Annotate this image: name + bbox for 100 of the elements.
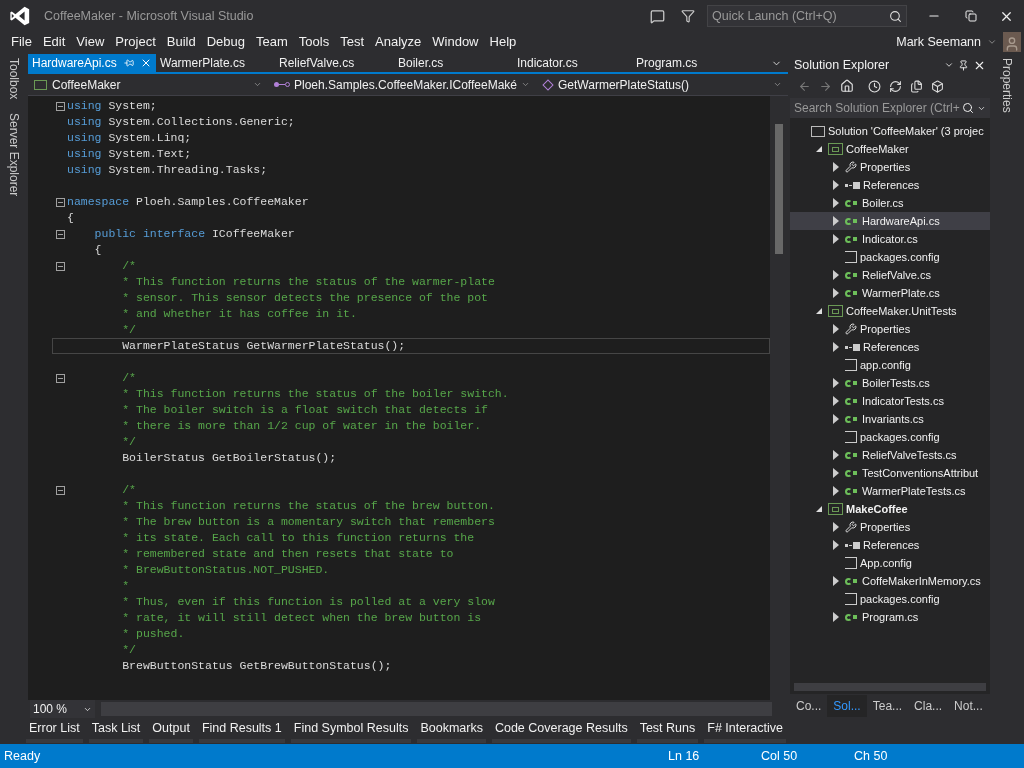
caret-icon[interactable] — [987, 37, 997, 47]
menu-item[interactable]: Debug — [201, 32, 251, 52]
tree-item[interactable]: References — [790, 176, 990, 194]
tree-item[interactable]: WarmerPlateTests.cs — [790, 482, 990, 500]
caret-icon[interactable] — [253, 80, 262, 89]
search-icon[interactable] — [889, 9, 902, 23]
expanded-arrow-icon[interactable] — [816, 308, 822, 314]
tree-item[interactable]: CoffeeMaker.UnitTests — [790, 302, 990, 320]
tree-item[interactable]: Solution 'CoffeeMaker' (3 projec — [790, 122, 990, 140]
tree-item[interactable]: WarmerPlate.cs — [790, 284, 990, 302]
zoom-dropdown[interactable]: 100 % — [30, 700, 96, 718]
side-tab[interactable]: Toolbox — [5, 58, 23, 100]
menu-item[interactable]: Team — [250, 32, 294, 52]
tree-item[interactable]: Indicator.cs — [790, 230, 990, 248]
tree-item[interactable]: References — [790, 536, 990, 554]
menu-item[interactable]: Test — [334, 32, 370, 52]
collapsed-arrow-icon[interactable] — [833, 612, 839, 622]
panel-tab[interactable]: Not... — [948, 695, 989, 717]
back-icon[interactable] — [798, 79, 811, 93]
collapsed-arrow-icon[interactable] — [833, 216, 839, 226]
expanded-arrow-icon[interactable] — [816, 146, 822, 152]
tree-item[interactable]: Properties — [790, 320, 990, 338]
forward-icon[interactable] — [819, 79, 832, 93]
home-icon[interactable] — [840, 79, 854, 93]
collapse-icon[interactable] — [55, 229, 65, 239]
tree-item[interactable]: Program.cs — [790, 608, 990, 626]
filter-icon[interactable] — [681, 9, 695, 23]
expanded-arrow-icon[interactable] — [816, 506, 822, 512]
collapse-icon[interactable] — [55, 373, 65, 383]
collapsed-arrow-icon[interactable] — [833, 468, 839, 478]
collapsed-arrow-icon[interactable] — [833, 396, 839, 406]
tree-item[interactable]: CoffeMakerInMemory.cs — [790, 572, 990, 590]
collapsed-arrow-icon[interactable] — [833, 270, 839, 280]
menu-item[interactable]: Help — [484, 32, 522, 52]
menu-item[interactable]: Analyze — [369, 32, 427, 52]
tree-item[interactable]: Properties — [790, 518, 990, 536]
menu-item[interactable]: Build — [161, 32, 202, 52]
collapsed-arrow-icon[interactable] — [833, 324, 839, 334]
user-name[interactable]: Mark Seemann — [896, 32, 981, 52]
side-tab[interactable]: Server Explorer — [5, 113, 23, 197]
restore-icon[interactable] — [965, 10, 977, 22]
collapsed-arrow-icon[interactable] — [833, 414, 839, 424]
tree-item[interactable]: ReliefValveTests.cs — [790, 446, 990, 464]
collapsed-arrow-icon[interactable] — [833, 450, 839, 460]
vertical-scrollbar[interactable] — [770, 96, 788, 700]
collapsed-arrow-icon[interactable] — [833, 486, 839, 496]
tree-item[interactable]: CoffeeMaker — [790, 140, 990, 158]
menu-item[interactable]: View — [70, 32, 110, 52]
collapsed-arrow-icon[interactable] — [833, 288, 839, 298]
horizontal-scrollbar[interactable] — [794, 683, 986, 691]
document-tab[interactable]: Indicator.cs — [513, 54, 632, 72]
collapsed-arrow-icon[interactable] — [833, 234, 839, 244]
member-dropdown[interactable]: GetWarmerPlateStatus() — [538, 75, 788, 94]
tree-item[interactable]: ReliefValve.cs — [790, 266, 990, 284]
tree-item[interactable]: packages.config — [790, 428, 990, 446]
tree-item[interactable]: app.config — [790, 356, 990, 374]
panel-tab[interactable]: Sol... — [827, 695, 867, 717]
tree-item[interactable]: packages.config — [790, 590, 990, 608]
caret-icon[interactable] — [521, 80, 530, 89]
collapse-all-icon[interactable] — [910, 79, 923, 93]
search-field[interactable]: Search Solution Explorer (Ctrl+ — [790, 98, 990, 118]
tree-item[interactable]: Properties — [790, 158, 990, 176]
panel-tab[interactable]: Co... — [790, 695, 828, 717]
collapse-icon[interactable] — [55, 485, 65, 495]
tree-item[interactable]: MakeCoffee — [790, 500, 990, 518]
collapsed-arrow-icon[interactable] — [833, 576, 839, 586]
collapse-icon[interactable] — [55, 197, 65, 207]
project-dropdown[interactable]: CoffeeMaker — [28, 75, 268, 94]
tree-item[interactable]: References — [790, 338, 990, 356]
tree-item[interactable]: Invariants.cs — [790, 410, 990, 428]
show-files-icon[interactable] — [931, 79, 944, 93]
tree-item[interactable]: packages.config — [790, 248, 990, 266]
menu-item[interactable]: File — [0, 32, 38, 52]
menu-item[interactable]: Project — [109, 32, 162, 52]
collapsed-arrow-icon[interactable] — [833, 162, 839, 172]
menu-item[interactable]: Edit — [37, 32, 71, 52]
panel-tab[interactable]: Cla... — [908, 695, 949, 717]
menu-item[interactable]: Tools — [293, 32, 335, 52]
caret-icon[interactable] — [773, 80, 782, 89]
collapsed-arrow-icon[interactable] — [833, 378, 839, 388]
tree-item[interactable]: BoilerTests.cs — [790, 374, 990, 392]
clock-icon[interactable] — [868, 79, 881, 93]
collapsed-arrow-icon[interactable] — [833, 522, 839, 532]
quick-launch-field[interactable]: Quick Launch (Ctrl+Q) — [707, 5, 907, 27]
caret-icon[interactable] — [944, 60, 954, 70]
collapsed-arrow-icon[interactable] — [833, 540, 839, 550]
tree-item[interactable]: IndicatorTests.cs — [790, 392, 990, 410]
pin-icon[interactable] — [958, 59, 969, 71]
tree-item[interactable]: TestConventionsAttribut — [790, 464, 990, 482]
document-tab[interactable]: ReliefValve.cs — [275, 54, 394, 72]
document-tab[interactable]: Program.cs — [632, 54, 751, 72]
tree-item[interactable]: HardwareApi.cs — [790, 212, 990, 230]
type-dropdown[interactable]: Ploeh.Samples.CoffeeMaker.ICoffeeMaké — [268, 75, 538, 94]
tree-item[interactable]: App.config — [790, 554, 990, 572]
document-tab[interactable]: Boiler.cs — [394, 54, 513, 72]
panel-tab[interactable]: Tea... — [866, 695, 909, 717]
feedback-icon[interactable] — [650, 8, 665, 24]
side-tab[interactable]: Properties — [998, 58, 1016, 113]
collapse-icon[interactable] — [55, 261, 65, 271]
collapsed-arrow-icon[interactable] — [833, 180, 839, 190]
